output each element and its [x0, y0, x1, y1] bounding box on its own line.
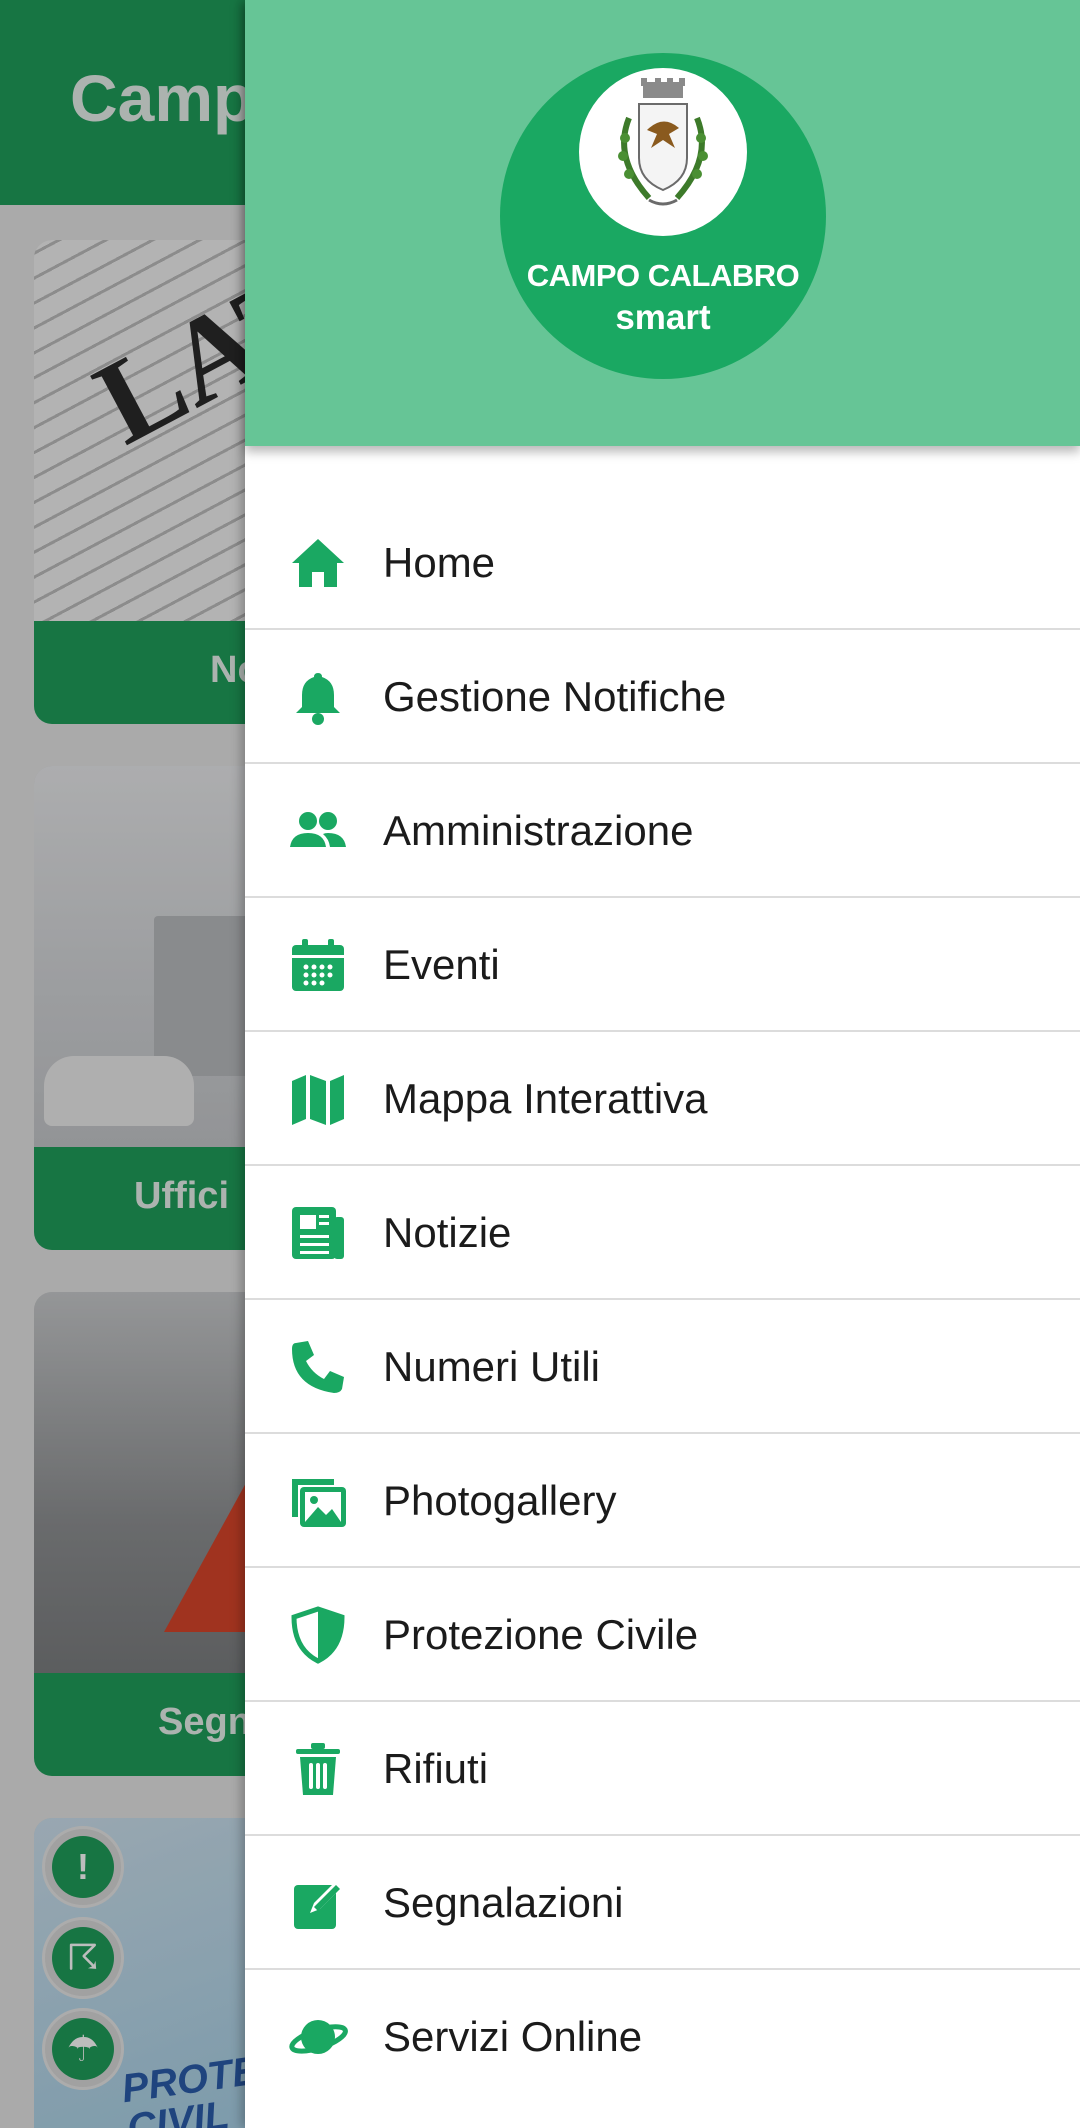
menu-item-segnalazioni[interactable]: Segnalazioni	[245, 1836, 1080, 1970]
menu-item-label: Amministrazione	[383, 807, 694, 854]
newspaper-icon	[288, 1203, 348, 1263]
drawer-header: CAMPO CALABRO smart	[245, 0, 1080, 446]
bell-icon	[288, 667, 348, 727]
menu-item-mappa-interattiva[interactable]: Mappa Interattiva	[245, 1032, 1080, 1166]
menu-item-label: Protezione Civile	[383, 1611, 699, 1658]
menu-item-rifiuti[interactable]: Rifiuti	[245, 1702, 1080, 1836]
menu-item-label: Segnalazioni	[383, 1879, 624, 1926]
map-icon	[288, 1069, 348, 1129]
logo-title: CAMPO CALABRO	[526, 258, 800, 293]
home-icon	[288, 533, 348, 593]
menu-item-numeri-utili[interactable]: Numeri Utili	[245, 1300, 1080, 1434]
menu-item-label: Notizie	[383, 1209, 512, 1256]
menu-item-label: Rifiuti	[383, 1745, 489, 1792]
drawer-menu: Home Gestione Notifiche Amministrazione …	[245, 496, 1080, 2104]
navigation-drawer: CAMPO CALABRO smart Home Gestione Notifi…	[245, 0, 1080, 2128]
logo-subtitle: smart	[615, 298, 711, 337]
menu-item-label: Numeri Utili	[383, 1343, 601, 1390]
menu-item-protezione-civile[interactable]: Protezione Civile	[245, 1568, 1080, 1702]
menu-item-notizie[interactable]: Notizie	[245, 1166, 1080, 1300]
menu-item-photogallery[interactable]: Photogallery	[245, 1434, 1080, 1568]
menu-item-label: Servizi Online	[383, 2013, 643, 2060]
planet-icon	[288, 2007, 348, 2067]
coat-of-arms-icon	[579, 68, 747, 236]
menu-item-eventi[interactable]: Eventi	[245, 898, 1080, 1032]
trash-icon	[288, 1739, 348, 1799]
menu-item-label: Home	[383, 539, 496, 586]
menu-item-servizi-online[interactable]: Servizi Online	[245, 1970, 1080, 2104]
app-logo: CAMPO CALABRO smart	[500, 53, 826, 379]
menu-item-label: Gestione Notifiche	[383, 673, 727, 720]
people-icon	[288, 801, 348, 861]
phone-icon	[288, 1337, 348, 1397]
menu-item-amministrazione[interactable]: Amministrazione	[245, 764, 1080, 898]
menu-item-label: Mappa Interattiva	[383, 1075, 708, 1122]
shield-icon	[288, 1605, 348, 1665]
calendar-icon	[288, 935, 348, 995]
edit-icon	[288, 1873, 348, 1933]
menu-item-home[interactable]: Home	[245, 496, 1080, 630]
images-icon	[288, 1471, 348, 1531]
menu-item-label: Photogallery	[383, 1477, 617, 1524]
menu-item-gestione-notifiche[interactable]: Gestione Notifiche	[245, 630, 1080, 764]
menu-item-label: Eventi	[383, 941, 500, 988]
